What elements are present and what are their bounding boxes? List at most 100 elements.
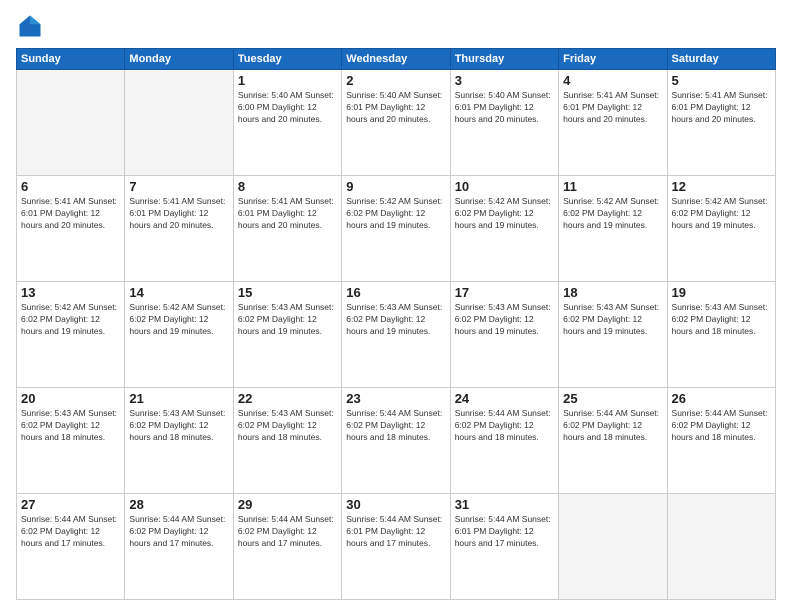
cell-info: Sunrise: 5:43 AM Sunset: 6:02 PM Dayligh…: [346, 302, 445, 338]
day-number: 4: [563, 73, 662, 88]
cell-info: Sunrise: 5:40 AM Sunset: 6:01 PM Dayligh…: [346, 90, 445, 126]
cell-info: Sunrise: 5:42 AM Sunset: 6:02 PM Dayligh…: [346, 196, 445, 232]
cell-info: Sunrise: 5:44 AM Sunset: 6:01 PM Dayligh…: [346, 514, 445, 550]
day-number: 29: [238, 497, 337, 512]
cell-info: Sunrise: 5:44 AM Sunset: 6:02 PM Dayligh…: [672, 408, 771, 444]
cell-info: Sunrise: 5:43 AM Sunset: 6:02 PM Dayligh…: [455, 302, 554, 338]
day-number: 23: [346, 391, 445, 406]
table-cell: [125, 70, 233, 176]
cell-info: Sunrise: 5:43 AM Sunset: 6:02 PM Dayligh…: [238, 302, 337, 338]
table-cell: 12 Sunrise: 5:42 AM Sunset: 6:02 PM Dayli…: [667, 176, 775, 282]
day-number: 1: [238, 73, 337, 88]
week-row: 20 Sunrise: 5:43 AM Sunset: 6:02 PM Dayli…: [17, 388, 776, 494]
day-number: 21: [129, 391, 228, 406]
table-cell: 6 Sunrise: 5:41 AM Sunset: 6:01 PM Daylig…: [17, 176, 125, 282]
day-number: 3: [455, 73, 554, 88]
cell-info: Sunrise: 5:43 AM Sunset: 6:02 PM Dayligh…: [672, 302, 771, 338]
table-cell: 15 Sunrise: 5:43 AM Sunset: 6:02 PM Dayli…: [233, 282, 341, 388]
table-cell: 2 Sunrise: 5:40 AM Sunset: 6:01 PM Daylig…: [342, 70, 450, 176]
cell-info: Sunrise: 5:43 AM Sunset: 6:02 PM Dayligh…: [563, 302, 662, 338]
day-number: 14: [129, 285, 228, 300]
header: [16, 12, 776, 40]
page: Sunday Monday Tuesday Wednesday Thursday…: [0, 0, 792, 612]
cell-info: Sunrise: 5:41 AM Sunset: 6:01 PM Dayligh…: [21, 196, 120, 232]
cell-info: Sunrise: 5:42 AM Sunset: 6:02 PM Dayligh…: [455, 196, 554, 232]
day-number: 31: [455, 497, 554, 512]
week-row: 1 Sunrise: 5:40 AM Sunset: 6:00 PM Daylig…: [17, 70, 776, 176]
col-friday: Friday: [559, 49, 667, 70]
table-cell: [17, 70, 125, 176]
table-cell: 10 Sunrise: 5:42 AM Sunset: 6:02 PM Dayli…: [450, 176, 558, 282]
cell-info: Sunrise: 5:43 AM Sunset: 6:02 PM Dayligh…: [21, 408, 120, 444]
day-number: 22: [238, 391, 337, 406]
day-number: 17: [455, 285, 554, 300]
table-cell: 9 Sunrise: 5:42 AM Sunset: 6:02 PM Daylig…: [342, 176, 450, 282]
table-cell: 16Sunrise: 5:43 AM Sunset: 6:02 PM Dayli…: [342, 282, 450, 388]
day-number: 7: [129, 179, 228, 194]
cell-info: Sunrise: 5:40 AM Sunset: 6:00 PM Dayligh…: [238, 90, 337, 126]
day-number: 28: [129, 497, 228, 512]
cell-info: Sunrise: 5:43 AM Sunset: 6:02 PM Dayligh…: [129, 408, 228, 444]
table-cell: [667, 494, 775, 600]
cell-info: Sunrise: 5:41 AM Sunset: 6:01 PM Dayligh…: [238, 196, 337, 232]
cell-info: Sunrise: 5:42 AM Sunset: 6:02 PM Dayligh…: [563, 196, 662, 232]
day-number: 8: [238, 179, 337, 194]
table-cell: 11 Sunrise: 5:42 AM Sunset: 6:02 PM Dayli…: [559, 176, 667, 282]
day-number: 2: [346, 73, 445, 88]
day-number: 11: [563, 179, 662, 194]
cell-info: Sunrise: 5:44 AM Sunset: 6:02 PM Dayligh…: [129, 514, 228, 550]
cell-info: Sunrise: 5:44 AM Sunset: 6:02 PM Dayligh…: [346, 408, 445, 444]
day-number: 12: [672, 179, 771, 194]
table-cell: 14 Sunrise: 5:42 AM Sunset: 6:02 PM Dayli…: [125, 282, 233, 388]
cell-info: Sunrise: 5:42 AM Sunset: 6:02 PM Dayligh…: [129, 302, 228, 338]
table-cell: 18Sunrise: 5:43 AM Sunset: 6:02 PM Dayli…: [559, 282, 667, 388]
logo-icon: [16, 12, 44, 40]
cell-info: Sunrise: 5:44 AM Sunset: 6:02 PM Dayligh…: [455, 408, 554, 444]
table-cell: 25 Sunrise: 5:44 AM Sunset: 6:02 PM Dayli…: [559, 388, 667, 494]
table-cell: 30 Sunrise: 5:44 AM Sunset: 6:01 PM Dayli…: [342, 494, 450, 600]
day-number: 20: [21, 391, 120, 406]
day-number: 26: [672, 391, 771, 406]
cell-info: Sunrise: 5:44 AM Sunset: 6:02 PM Dayligh…: [21, 514, 120, 550]
cell-info: Sunrise: 5:41 AM Sunset: 6:01 PM Dayligh…: [672, 90, 771, 126]
table-cell: 3 Sunrise: 5:40 AM Sunset: 6:01 PM Daylig…: [450, 70, 558, 176]
col-saturday: Saturday: [667, 49, 775, 70]
calendar-table: Sunday Monday Tuesday Wednesday Thursday…: [16, 48, 776, 600]
day-number: 27: [21, 497, 120, 512]
cell-info: Sunrise: 5:44 AM Sunset: 6:02 PM Dayligh…: [563, 408, 662, 444]
week-row: 13Sunrise: 5:42 AM Sunset: 6:02 PM Dayli…: [17, 282, 776, 388]
col-tuesday: Tuesday: [233, 49, 341, 70]
day-number: 15: [238, 285, 337, 300]
day-number: 9: [346, 179, 445, 194]
table-cell: 4 Sunrise: 5:41 AM Sunset: 6:01 PM Daylig…: [559, 70, 667, 176]
cell-info: Sunrise: 5:40 AM Sunset: 6:01 PM Dayligh…: [455, 90, 554, 126]
col-monday: Monday: [125, 49, 233, 70]
col-wednesday: Wednesday: [342, 49, 450, 70]
week-row: 27 Sunrise: 5:44 AM Sunset: 6:02 PM Dayli…: [17, 494, 776, 600]
table-cell: 23 Sunrise: 5:44 AM Sunset: 6:02 PM Dayli…: [342, 388, 450, 494]
day-number: 6: [21, 179, 120, 194]
day-number: 10: [455, 179, 554, 194]
day-number: 25: [563, 391, 662, 406]
table-cell: 22 Sunrise: 5:43 AM Sunset: 6:02 PM Dayli…: [233, 388, 341, 494]
cell-info: Sunrise: 5:41 AM Sunset: 6:01 PM Dayligh…: [129, 196, 228, 232]
table-cell: [559, 494, 667, 600]
day-number: 19: [672, 285, 771, 300]
table-cell: 7 Sunrise: 5:41 AM Sunset: 6:01 PM Daylig…: [125, 176, 233, 282]
table-cell: 5Sunrise: 5:41 AM Sunset: 6:01 PM Daylig…: [667, 70, 775, 176]
cell-info: Sunrise: 5:42 AM Sunset: 6:02 PM Dayligh…: [672, 196, 771, 232]
table-cell: 21 Sunrise: 5:43 AM Sunset: 6:02 PM Dayli…: [125, 388, 233, 494]
cell-info: Sunrise: 5:43 AM Sunset: 6:02 PM Dayligh…: [238, 408, 337, 444]
cell-info: Sunrise: 5:41 AM Sunset: 6:01 PM Dayligh…: [563, 90, 662, 126]
cell-info: Sunrise: 5:42 AM Sunset: 6:02 PM Dayligh…: [21, 302, 120, 338]
table-cell: 20 Sunrise: 5:43 AM Sunset: 6:02 PM Dayli…: [17, 388, 125, 494]
table-cell: 28 Sunrise: 5:44 AM Sunset: 6:02 PM Dayli…: [125, 494, 233, 600]
table-cell: 24 Sunrise: 5:44 AM Sunset: 6:02 PM Dayli…: [450, 388, 558, 494]
table-cell: 29Sunrise: 5:44 AM Sunset: 6:02 PM Dayli…: [233, 494, 341, 600]
calendar-header-row: Sunday Monday Tuesday Wednesday Thursday…: [17, 49, 776, 70]
day-number: 24: [455, 391, 554, 406]
table-cell: 26 Sunrise: 5:44 AM Sunset: 6:02 PM Dayli…: [667, 388, 775, 494]
day-number: 30: [346, 497, 445, 512]
table-cell: 17 Sunrise: 5:43 AM Sunset: 6:02 PM Dayli…: [450, 282, 558, 388]
cell-info: Sunrise: 5:44 AM Sunset: 6:01 PM Dayligh…: [455, 514, 554, 550]
